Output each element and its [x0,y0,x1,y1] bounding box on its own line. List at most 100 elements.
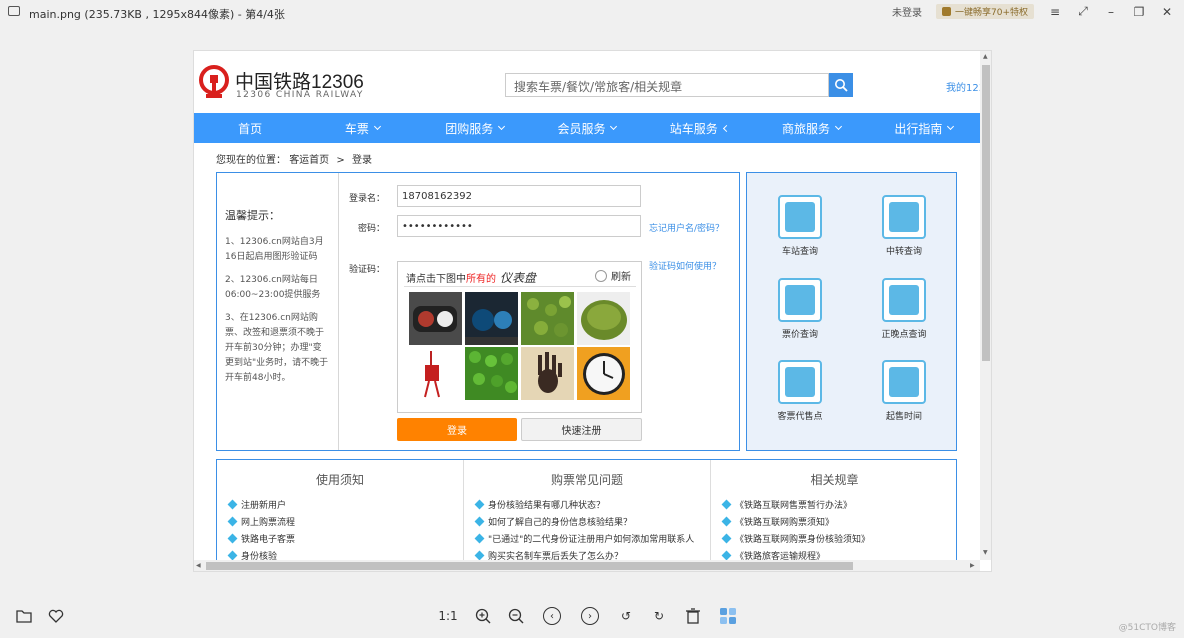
captcha-image-green-peas[interactable] [521,292,574,345]
watermark: @51CTO博客 [1118,623,1176,633]
service-ticket-agency[interactable]: 客票代售点 [760,360,840,422]
thumbnail-grid-icon[interactable] [718,606,738,626]
nav-home[interactable]: 首页 [194,113,306,143]
zoom-out-icon[interactable] [506,606,526,626]
info-link[interactable]: 购买实名制车票后丢失了怎么办？ [476,549,710,560]
service-label: 正晚点查询 [881,330,927,340]
nav-station-service[interactable]: 站车服务 [643,113,755,143]
captcha-image-red-ornament[interactable] [409,347,462,400]
info-column: 使用须知 注册新用户 网上购票流程 铁路电子客票 身份核验 [217,460,464,560]
open-folder-icon[interactable] [14,606,34,626]
service-fare-query[interactable]: 票价查询 [760,278,840,340]
my12306-link[interactable]: 我的12306 [946,79,980,94]
captcha-prompt-prefix: 请点击下图中 [406,274,466,285]
login-status[interactable]: 未登录 [892,4,922,19]
password-input[interactable]: •••••••••••• [397,215,641,237]
chevron-down-icon [373,122,381,131]
nav-label: 车票 [344,121,369,136]
previous-image-icon[interactable]: ‹ [542,606,562,626]
brand-english: 12306 CHINA RAILWAY [236,90,364,100]
transfer-icon [882,195,926,239]
railway-logo-icon [199,65,229,98]
service-transfer-query[interactable]: 中转查询 [864,195,944,257]
scroll-up-arrow-icon[interactable]: ▲ [983,53,988,60]
vip-badge[interactable]: 一键畅享70+特权 [936,4,1034,19]
password-label: 密码： [357,224,385,234]
vertical-scrollbar[interactable]: ▲ ▼ [980,51,991,560]
restore-icon[interactable]: ❐ [1132,5,1146,19]
captcha-word: 仪表盘 [500,271,537,285]
rotate-left-icon[interactable]: ↺ [616,606,636,626]
register-button[interactable]: 快速注册 [521,418,642,441]
rotate-right-icon[interactable]: ↻ [649,606,669,626]
image-icon [8,6,20,16]
main-nav: 首页 车票 团购服务 会员服务 站车服务 商旅服务 出行指南 [194,113,980,143]
chevron-down-icon [835,122,843,131]
captcha-image-wall-clock[interactable] [577,347,630,400]
nav-member-service[interactable]: 会员服务 [531,113,643,143]
info-link[interactable]: 铁路电子客票 [229,532,463,549]
info-link[interactable]: "已通过"的二代身份证注册用户如何添加常用联系人 [476,532,710,549]
scroll-left-arrow-icon[interactable]: ◀ [196,562,201,569]
info-link[interactable]: 注册新用户 [229,498,463,515]
actual-size-button[interactable]: 1:1 [438,606,458,626]
breadcrumb-current: 登录 [351,155,372,166]
vertical-scroll-thumb[interactable] [982,65,990,361]
forgot-password-link[interactable]: 忘记用户名/密码？ [649,221,724,234]
captcha-refresh-button[interactable]: 刷新 [595,268,631,283]
nav-label: 出行指南 [894,121,943,136]
breadcrumb-home-link[interactable]: 客运首页 [289,155,329,166]
services-panel: 车站查询 中转查询 票价查询 正晚点查询 客票代售点 起售时间 [746,172,957,451]
nav-travel-guide[interactable]: 出行指南 [868,113,980,143]
login-button[interactable]: 登录 [397,418,517,441]
captcha-image-green-beans[interactable] [465,347,518,400]
horizontal-scrollbar[interactable]: ◀ ▶ [194,560,980,571]
next-image-icon[interactable]: › [580,606,600,626]
captcha-image-grid [409,292,630,400]
info-column: 购票常见问题 身份核验结果有哪几种状态？ 如何了解自己的身份信息核验结果？ "已… [464,460,711,560]
close-icon[interactable]: ✕ [1160,5,1174,19]
info-link[interactable]: 如何了解自己的身份信息核验结果？ [476,515,710,532]
info-link[interactable]: 《铁路互联网售票暂行办法》 [723,498,958,515]
nav-group-service[interactable]: 团购服务 [419,113,531,143]
nav-tickets[interactable]: 车票 [306,113,418,143]
service-delay-query[interactable]: 正晚点查询 [864,278,944,340]
info-link[interactable]: 身份核验 [229,549,463,560]
info-link[interactable]: 《铁路互联网购票须知》 [723,515,958,532]
service-station-query[interactable]: 车站查询 [760,195,840,257]
username-input[interactable]: 18708162392 [397,185,641,207]
site-search-input[interactable]: 搜索车票/餐饮/常旅客/相关规章 [505,73,829,97]
captcha-help-link[interactable]: 验证码如何使用？ [649,259,721,272]
service-label: 客票代售点 [777,412,823,422]
info-link[interactable]: 《铁路互联网购票身份核验须知》 [723,532,958,549]
captcha-image-green-beans-bowl[interactable] [577,292,630,345]
captcha-image-car-dashboard[interactable] [409,292,462,345]
ticket-icon [778,360,822,404]
favorite-heart-icon[interactable] [46,606,66,626]
fullscreen-icon[interactable]: ⤢ [1076,4,1090,19]
chevron-down-icon [498,122,506,131]
captcha-prompt: 请点击下图中所有的 仪表盘 [406,269,536,286]
delete-icon[interactable] [683,606,703,626]
chevron-left-icon [722,124,730,132]
info-link[interactable]: 《铁路旅客运输规程》 [723,549,958,560]
captcha-prompt-highlight: 所有的 [466,274,496,285]
nav-label: 团购服务 [445,121,494,136]
info-link[interactable]: 身份核验结果有哪几种状态？ [476,498,710,515]
horizontal-scroll-thumb[interactable] [206,562,853,570]
refresh-label: 刷新 [611,272,631,283]
scroll-down-arrow-icon[interactable]: ▼ [983,549,988,556]
menu-icon[interactable]: ≡ [1048,5,1062,19]
service-sale-time[interactable]: 起售时间 [864,360,944,422]
info-column-title: 使用须知 [315,473,364,487]
captcha-image-handprint[interactable] [521,347,574,400]
captcha-image-car-dashboard-dark[interactable] [465,292,518,345]
scroll-right-arrow-icon[interactable]: ▶ [970,562,975,569]
search-button[interactable] [829,73,853,97]
zoom-in-icon[interactable] [473,606,493,626]
nav-business-service[interactable]: 商旅服务 [755,113,867,143]
minimize-icon[interactable]: – [1104,5,1118,19]
info-link[interactable]: 网上购票流程 [229,515,463,532]
captcha-divider [404,286,636,287]
fare-search-icon [778,278,822,322]
